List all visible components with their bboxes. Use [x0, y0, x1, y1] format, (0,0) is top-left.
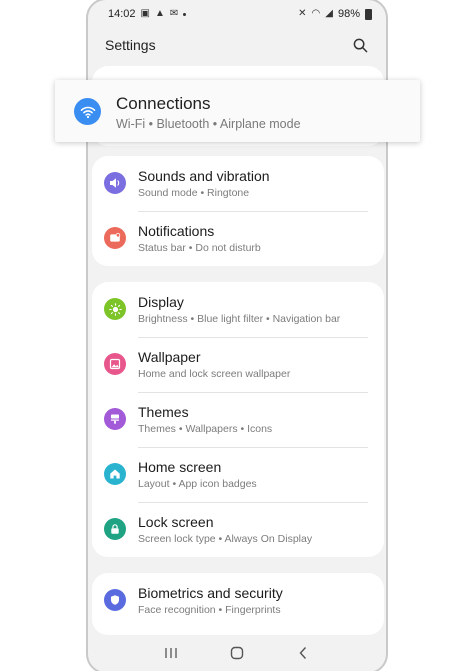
settings-item-label: Home screen	[138, 459, 222, 475]
speaker-icon	[104, 172, 126, 194]
shield-icon	[104, 589, 126, 611]
alert-notification-icon: ▲	[154, 8, 165, 19]
settings-item-lock-screen[interactable]: Lock screen Screen lock type • Always On…	[92, 502, 384, 557]
status-bar-left: 14:02 ▣ ▲ ✉	[108, 8, 187, 20]
recent-apps-button[interactable]	[159, 641, 183, 665]
image-icon	[104, 353, 126, 375]
home-icon	[104, 463, 126, 485]
settings-item-sounds[interactable]: Sounds and vibration Sound mode • Ringto…	[92, 156, 384, 211]
settings-item-sub: Status bar • Do not disturb	[138, 242, 261, 254]
settings-item-biometrics[interactable]: Biometrics and security Face recognition…	[92, 573, 384, 628]
battery-icon	[365, 8, 372, 20]
page-title: Settings	[105, 37, 156, 53]
lock-icon	[104, 518, 126, 540]
settings-item-notifications[interactable]: Notifications Status bar • Do not distur…	[92, 211, 384, 266]
mail-notification-icon: ✉	[169, 8, 179, 19]
settings-item-home-screen[interactable]: Home screen Layout • App icon badges	[92, 447, 384, 502]
app-bar: Settings	[88, 32, 386, 58]
status-bar-right: ✕ ◠ ◢ 98%	[298, 8, 372, 20]
settings-item-label: Connections	[116, 94, 211, 113]
more-notifications-icon	[183, 12, 187, 16]
settings-item-label: Display	[138, 294, 184, 310]
security-group: Biometrics and security Face recognition…	[92, 573, 384, 635]
home-button[interactable]	[225, 641, 249, 665]
settings-item-label: Wallpaper	[138, 349, 201, 365]
back-icon	[299, 647, 307, 659]
home-nav-icon	[230, 646, 244, 660]
settings-item-label: Biometrics and security	[138, 585, 283, 601]
settings-item-sub: Themes • Wallpapers • Icons	[138, 423, 273, 435]
settings-item-sub: Sound mode • Ringtone	[138, 187, 250, 199]
settings-item-sub: Wi-Fi • Bluetooth • Airplane mode	[116, 117, 301, 131]
brush-icon	[104, 408, 126, 430]
display-group: Display Brightness • Blue light filter •…	[92, 282, 384, 557]
navigation-bar	[88, 634, 386, 671]
back-button[interactable]	[291, 641, 315, 665]
settings-item-sub: Home and lock screen wallpaper	[138, 368, 291, 380]
search-icon	[353, 38, 367, 52]
settings-item-label: Themes	[138, 404, 189, 420]
gallery-notification-icon: ▣	[140, 8, 150, 19]
settings-item-sub: Brightness • Blue light filter • Navigat…	[138, 313, 341, 325]
wifi-icon	[74, 98, 101, 125]
sound-notifications-group: Sounds and vibration Sound mode • Ringto…	[92, 156, 384, 266]
battery-percent: 98%	[337, 8, 360, 20]
wifi-signal-icon: ◠	[311, 8, 321, 19]
settings-item-display[interactable]: Display Brightness • Blue light filter •…	[92, 282, 384, 337]
cell-signal-icon: ◢	[325, 8, 333, 19]
mute-icon: ✕	[298, 8, 307, 19]
settings-item-sub: Layout • App icon badges	[138, 478, 257, 490]
notification-icon	[104, 227, 126, 249]
sun-icon	[104, 298, 126, 320]
settings-item-themes[interactable]: Themes Themes • Wallpapers • Icons	[92, 392, 384, 447]
recent-apps-icon	[165, 648, 177, 658]
settings-item-label: Lock screen	[138, 514, 214, 530]
settings-item-wallpaper[interactable]: Wallpaper Home and lock screen wallpaper	[92, 337, 384, 392]
settings-item-sub: Screen lock type • Always On Display	[138, 533, 313, 545]
settings-item-label: Sounds and vibration	[138, 168, 270, 184]
status-time: 14:02	[108, 8, 136, 20]
search-button[interactable]	[350, 35, 370, 55]
screenshot-stage: 14:02 ▣ ▲ ✉ ✕ ◠ ◢ 98% Settings Sounds an…	[0, 0, 474, 671]
settings-item-label: Notifications	[138, 223, 215, 239]
settings-item-sub: Face recognition • Fingerprints	[138, 604, 281, 616]
status-bar: 14:02 ▣ ▲ ✉ ✕ ◠ ◢ 98%	[88, 0, 386, 26]
settings-item-connections[interactable]: Connections Wi-Fi • Bluetooth • Airplane…	[55, 80, 420, 142]
